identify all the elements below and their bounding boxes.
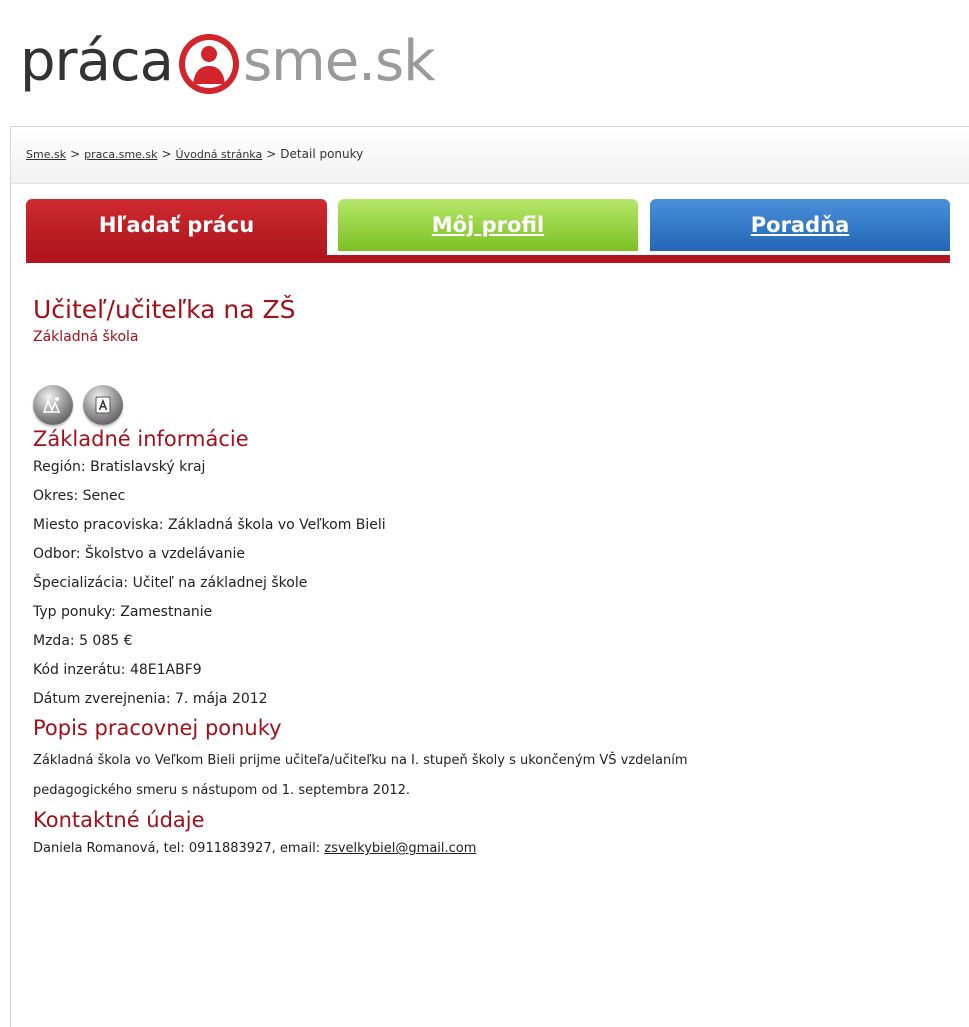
job-detail: Učiteľ/učiteľka na ZŠ Základná škola Zák… [33,293,933,864]
contact-details: Daniela Romanová, tel: 0911883927, email… [33,834,933,864]
breadcrumb-separator: > [70,147,81,161]
breadcrumb-link-home[interactable]: Úvodná stránka [176,148,263,161]
map-glyph-icon [42,397,61,413]
info-value: Zamestnanie [120,604,213,620]
employer-name: Základná škola [33,329,139,345]
logo-text-sme: sme.sk [243,29,436,94]
breadcrumb-current: Detail ponuky [280,147,364,161]
info-value: 7. mája 2012 [175,691,268,707]
site-logo[interactable]: práca sme.sk [20,24,436,100]
info-value: 5 085 € [79,633,133,649]
document-a-icon [95,396,111,414]
description-heading: Popis pracovnej ponuky [33,716,282,740]
info-value: Učiteľ na základnej škole [132,575,308,591]
tab-poradna-label: Poradňa [750,213,850,237]
language-icon[interactable] [83,385,123,425]
info-row-region: Región: Bratislavský kraj [33,453,933,482]
basic-info-list: Región: Bratislavský kraj Okres: Senec M… [33,453,933,714]
contact-email-link[interactable]: zsvelkybiel@gmail.com [324,841,476,856]
tab-poradna[interactable]: Poradňa [650,199,950,251]
info-row-typ-ponuky: Typ ponuky: Zamestnanie [33,598,933,627]
logo-text-praca: práca [20,29,174,94]
action-icons [33,385,933,425]
info-value: Základná škola vo Veľkom Bieli [167,517,386,533]
job-title: Učiteľ/učiteľka na ZŠ [33,295,296,324]
info-label: Dátum zverejnenia: [33,691,171,707]
breadcrumb: Sme.sk > praca.sme.sk > Úvodná stránka > Detai… [26,147,363,161]
info-label: Región: [33,459,86,475]
breadcrumb-link-sme[interactable]: Sme.sk [26,148,66,161]
main-frame: Sme.sk > praca.sme.sk > Úvodná stránka > Detai… [10,126,969,1027]
info-row-datum: Dátum zverejnenia: 7. mája 2012 [33,685,933,714]
tab-moj-profil[interactable]: Môj profil [338,199,638,251]
person-emblem-icon [179,34,239,94]
info-row-specializacia: Špecializácia: Učiteľ na základnej škole [33,569,933,598]
info-value: 48E1ABF9 [129,662,202,678]
description-line: Základná škola vo Veľkom Bieli prijme uč… [33,753,688,768]
breadcrumb-link-praca[interactable]: praca.sme.sk [84,148,157,161]
info-value: Školstvo a vzdelávanie [85,546,245,562]
info-label: Špecializácia: [33,575,129,591]
info-label: Mzda: [33,633,75,649]
info-row-odbor: Odbor: Školstvo a vzdelávanie [33,540,933,569]
breadcrumb-separator: > [161,147,172,161]
info-row-kod-inzeratu: Kód inzerátu: 48E1ABF9 [33,656,933,685]
breadcrumb-bar: Sme.sk > praca.sme.sk > Úvodná stránka > Detai… [11,127,969,184]
contact-heading: Kontaktné údaje [33,808,205,832]
info-label: Typ ponuky: [33,604,116,620]
map-icon[interactable] [33,385,73,425]
info-row-mzda: Mzda: 5 085 € [33,627,933,656]
contact-text: Daniela Romanová, tel: 0911883927, email… [33,841,321,856]
tab-underline [26,255,950,263]
info-label: Kód inzerátu: [33,662,126,678]
info-label: Miesto pracoviska: [33,517,164,533]
info-row-okres: Okres: Senec [33,482,933,511]
info-value: Bratislavský kraj [90,459,206,475]
basic-info-heading: Základné informácie [33,427,249,451]
tab-hladat-label: Hľadať prácu [98,213,255,237]
breadcrumb-separator: > [266,147,277,161]
tab-hladat-pracu[interactable]: Hľadať prácu [26,199,327,261]
info-label: Odbor: [33,546,81,562]
job-description: Základná škola vo Veľkom Bieli prijme uč… [33,746,933,806]
info-label: Okres: [33,488,79,504]
main-tabs: Hľadať prácu Môj profil Poradňa [26,199,951,265]
info-row-miesto: Miesto pracoviska: Základná škola vo Veľ… [33,511,933,540]
tab-profil-label: Môj profil [431,213,545,237]
description-line: pedagogického smeru s nástupom od 1. sep… [33,783,411,798]
info-value: Senec [82,488,126,504]
